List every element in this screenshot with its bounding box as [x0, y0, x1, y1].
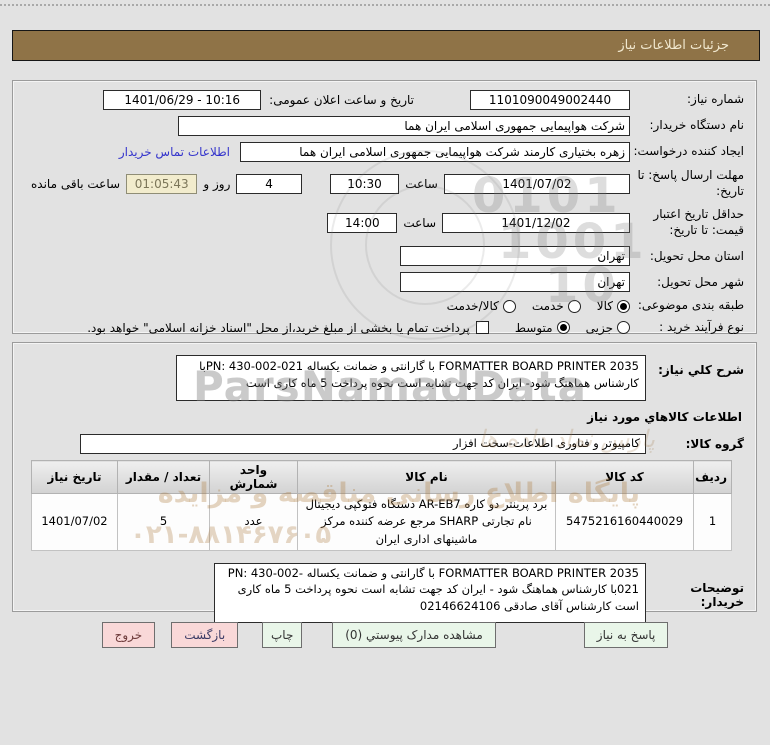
- col-unit: واحد شمارش: [209, 460, 298, 494]
- print-button[interactable]: چاپ: [262, 622, 303, 648]
- price-validity-date-field[interactable]: 1401/12/02: [442, 212, 630, 233]
- buyer-contact-link[interactable]: اطلاعات تماس خریدار: [119, 145, 230, 159]
- price-validity-hour-label: ساعت: [403, 215, 436, 230]
- view-attachments-button[interactable]: مشاهده مدارک پیوستي (0): [332, 622, 496, 648]
- days-suffix-label: روز و: [203, 176, 231, 191]
- goods-group-row: گروه کالا: کامپیوتر و فناوری اطلاعات-سخت…: [25, 434, 744, 454]
- announce-datetime-field[interactable]: 1401/06/29 - 10:16: [103, 90, 262, 110]
- need-description-label: شرح کلي نياز:: [658, 363, 744, 377]
- col-quantity: تعداد / مقدار: [117, 460, 210, 494]
- back-button[interactable]: بازگشت: [171, 622, 239, 648]
- need-description-row: شرح کلي نياز: FORMATTER BOARD PRINTER 20…: [25, 355, 744, 401]
- reply-deadline-label: مهلت ارسال پاسخ: تا تاریخ:: [637, 168, 744, 198]
- col-row-number: ردیف: [693, 460, 732, 494]
- col-item-name: نام کالا: [297, 460, 556, 494]
- required-goods-heading: اطلاعات کالاهاي مورد نياز: [587, 410, 742, 424]
- delivery-province-row: استان محل تحویل: تهران: [25, 246, 744, 267]
- treasury-docs-checkbox[interactable]: [475, 321, 489, 335]
- cell-row-number: 1: [693, 493, 732, 551]
- radio-medium[interactable]: [556, 321, 570, 335]
- goods-group-field[interactable]: کامپیوتر و فناوری اطلاعات-سخت افزار: [80, 434, 646, 454]
- need-description-field[interactable]: FORMATTER BOARD PRINTER 2035 با گارانتی …: [176, 355, 646, 401]
- radio-minor[interactable]: [617, 321, 630, 335]
- days-remaining-field[interactable]: 4: [236, 173, 302, 194]
- page-title-bar: جزئیات اطلاعات نیاز: [12, 30, 760, 61]
- cell-quantity: 5: [117, 493, 210, 551]
- buyer-org-row: نام دستگاه خریدار: شرکت هواپیمایی جمهوری…: [25, 116, 744, 136]
- buyer-notes-field[interactable]: FORMATTER BOARD PRINTER 2035 با گارانتی …: [214, 562, 646, 623]
- delivery-city-row: شهر محل تحویل: تهران: [25, 272, 744, 293]
- footer-button-bar: پاسخ به نیاز مشاهده مدارک پیوستي (0) چاپ…: [0, 622, 770, 648]
- delivery-province-label: استان محل تحویل:: [649, 248, 744, 263]
- delivery-city-field[interactable]: تهران: [400, 272, 630, 293]
- countdown-suffix-label: ساعت باقی مانده: [31, 176, 121, 191]
- purchase-process-label: نوع فرآیند خرید :: [659, 319, 744, 334]
- cell-item-code: 5475216160440029: [555, 493, 694, 551]
- classification-label: طبقه بندی موضوعی:: [637, 298, 744, 313]
- need-number-row: شماره نیاز: 1101090049002440 تاریخ و ساع…: [25, 90, 744, 110]
- need-number-field[interactable]: 1101090049002440: [470, 90, 630, 110]
- exit-button[interactable]: خروج: [101, 622, 156, 648]
- goods-group-label: گروه کالا:: [685, 437, 744, 451]
- table-row: 1 5475216160440029 برد پرینتر دو کاره AR…: [31, 493, 732, 551]
- reply-deadline-date-field[interactable]: 1401/07/02: [443, 173, 630, 194]
- request-creator-label: ایجاد کننده درخواست:: [633, 144, 744, 159]
- reply-to-need-button[interactable]: پاسخ به نیاز: [583, 622, 669, 648]
- buyer-org-label: نام دستگاه خریدار:: [649, 118, 745, 133]
- request-creator-row: ایجاد کننده درخواست: زهره بختیاری کارمند…: [25, 142, 744, 162]
- reply-deadline-hour-label: ساعت: [405, 176, 438, 191]
- delivery-province-field[interactable]: تهران: [400, 246, 630, 267]
- top-dotted-divider: [0, 4, 770, 6]
- radio-service-label: خدمت: [531, 299, 564, 314]
- buyer-org-field[interactable]: شرکت هواپیمایی جمهوری اسلامی ایران هما: [178, 116, 630, 136]
- need-number-label: شماره نیاز:: [687, 92, 744, 107]
- countdown-timer: 01:05:43: [126, 173, 198, 194]
- goods-info-panel: شرح کلي نياز: FORMATTER BOARD PRINTER 20…: [12, 342, 757, 623]
- radio-goods-service-label: کالا/خدمت: [446, 299, 499, 314]
- announce-datetime-label: تاریخ و ساعت اعلان عمومی:: [269, 93, 414, 107]
- radio-goods[interactable]: [617, 299, 630, 313]
- radio-service[interactable]: [567, 299, 581, 313]
- delivery-city-label: شهر محل تحویل:: [657, 274, 744, 289]
- goods-table-header-row: ردیف کد کالا نام کالا واحد شمارش تعداد /…: [31, 460, 732, 494]
- purchase-process-row: نوع فرآیند خرید : جزیی متوسط پرداخت تمام…: [25, 320, 744, 336]
- buyer-notes-label: توضیحات خریدار:: [690, 580, 744, 609]
- page-title: جزئیات اطلاعات نیاز: [618, 38, 729, 53]
- cell-item-name: برد پرینتر دو کاره AR-EB7 دستگاه فتوکپی …: [297, 493, 556, 551]
- col-item-code: کد کالا: [555, 460, 694, 494]
- price-validity-time-field[interactable]: 14:00: [327, 212, 398, 233]
- price-validity-row: حداقل تاریخ اعتبار قیمت: تا تاریخ: 1401/…: [25, 207, 744, 238]
- reply-deadline-row: مهلت ارسال پاسخ: تا تاریخ: 1401/07/02 سا…: [25, 168, 744, 199]
- reply-deadline-time-field[interactable]: 10:30: [329, 173, 400, 194]
- cell-unit: عدد: [209, 493, 298, 551]
- request-creator-field[interactable]: زهره بختیاری کارمند شرکت هواپیمایی جمهور…: [240, 142, 630, 162]
- radio-goods-label: کالا: [596, 299, 613, 314]
- buyer-notes-row: توضیحات خریدار: FORMATTER BOARD PRINTER …: [25, 562, 744, 623]
- col-need-date: تاریخ نیاز: [31, 460, 118, 494]
- need-info-panel: شماره نیاز: 1101090049002440 تاریخ و ساع…: [12, 80, 757, 336]
- classification-row: طبقه بندی موضوعی: کالا خدمت کالا/خدمت: [25, 298, 744, 314]
- price-validity-label: حداقل تاریخ اعتبار قیمت: تا تاریخ:: [653, 207, 744, 237]
- treasury-docs-checkbox-label: پرداخت تمام یا بخشی از مبلغ خرید،از محل …: [87, 320, 470, 335]
- radio-goods-service[interactable]: [502, 299, 516, 313]
- radio-minor-label: جزیی: [585, 320, 613, 335]
- goods-table: ردیف کد کالا نام کالا واحد شمارش تعداد /…: [31, 460, 732, 551]
- radio-medium-label: متوسط: [514, 320, 553, 335]
- cell-need-date: 1401/07/02: [31, 493, 118, 551]
